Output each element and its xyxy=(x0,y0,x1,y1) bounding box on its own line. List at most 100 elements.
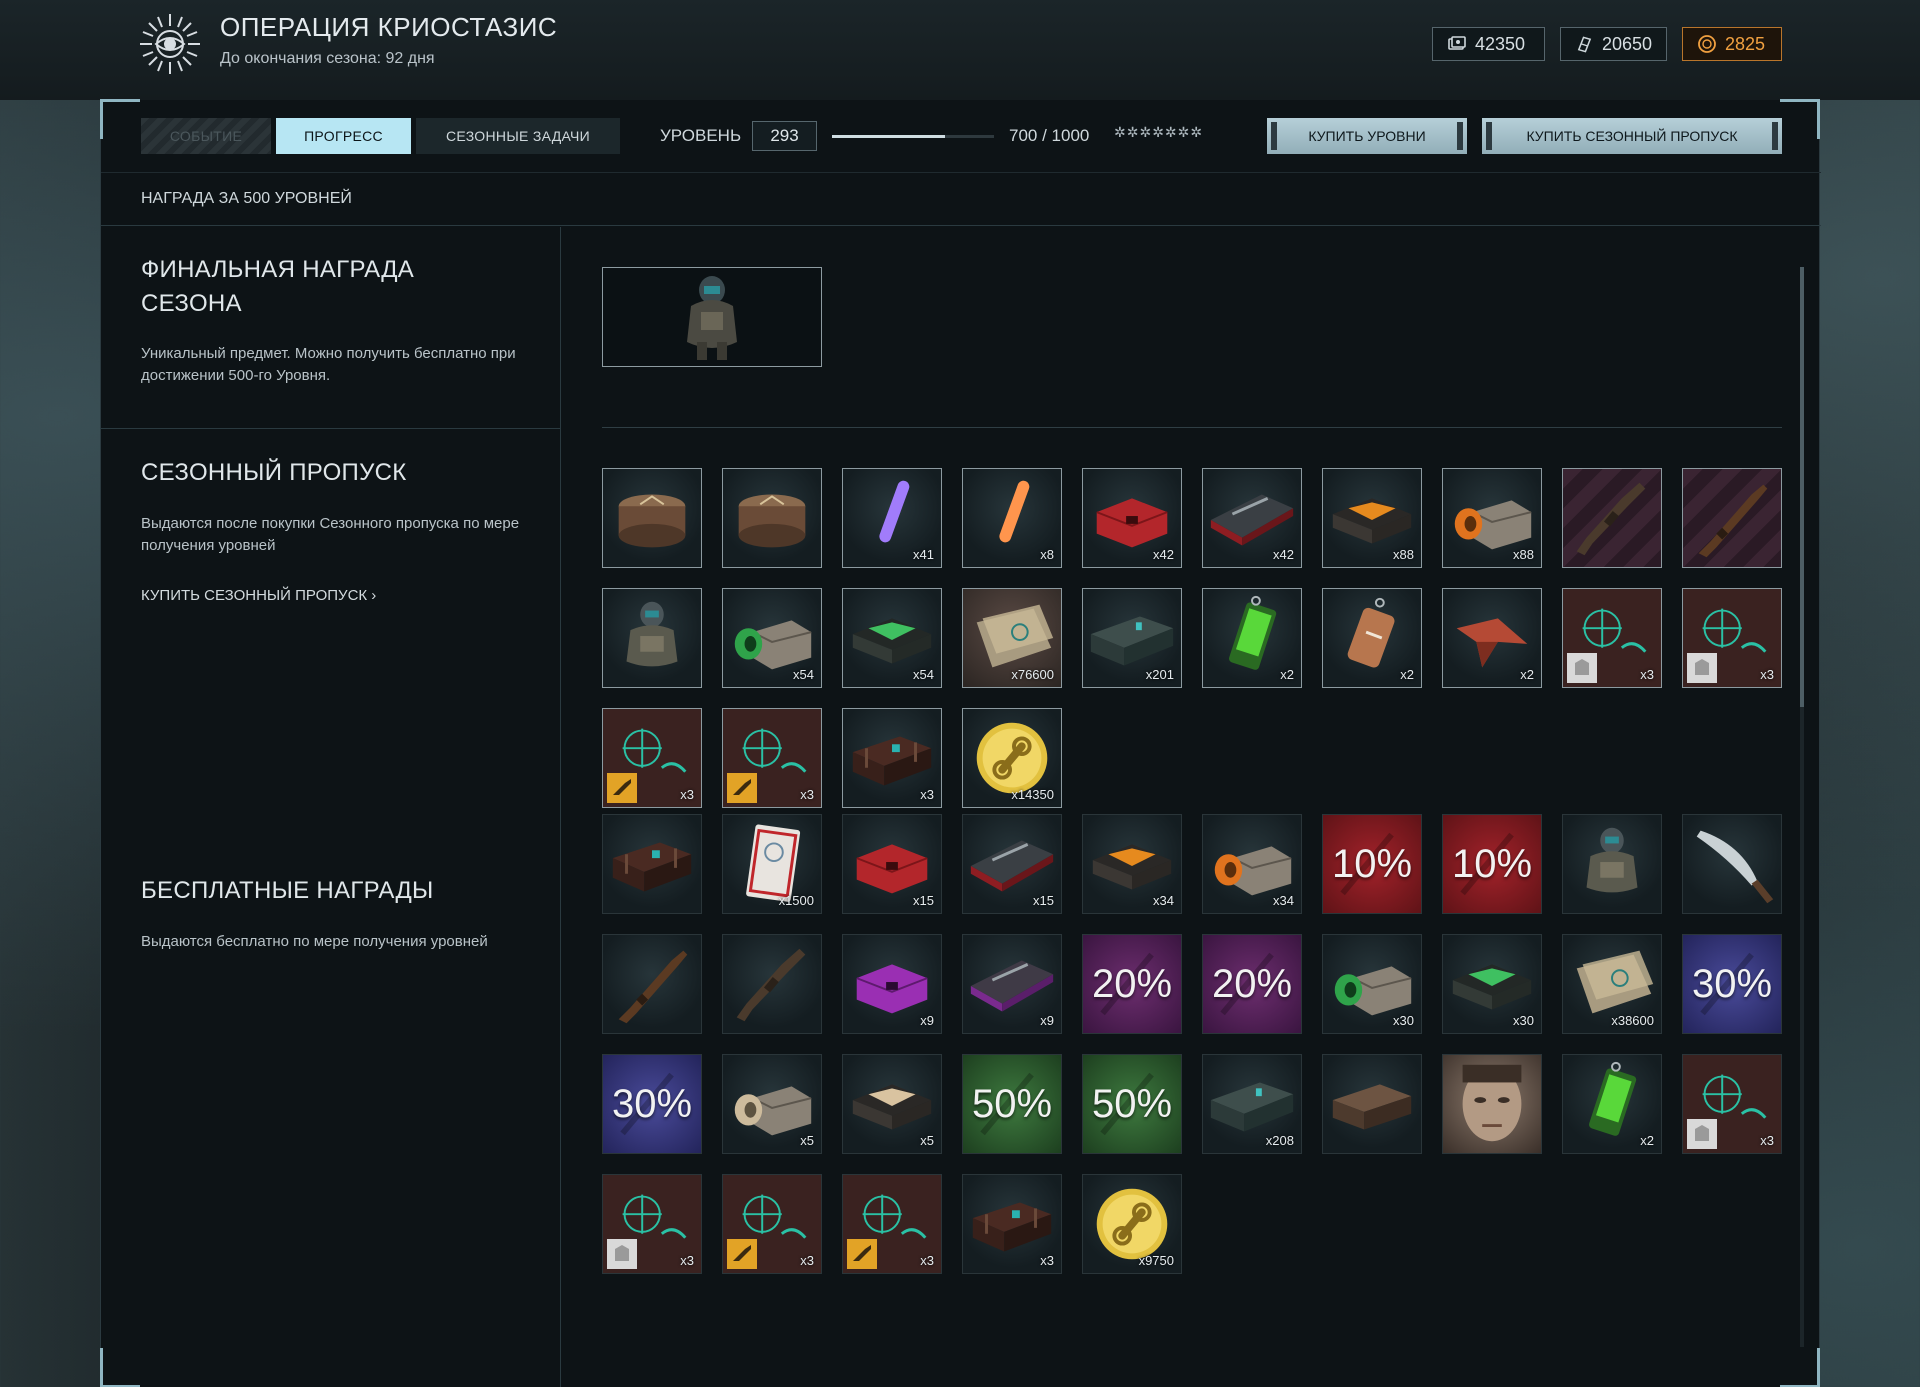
reward-count: x88 xyxy=(1513,547,1534,562)
free-reward-slot[interactable] xyxy=(602,814,702,914)
season-pass-reward-slot[interactable] xyxy=(1682,468,1782,568)
reward-count: x3 xyxy=(1040,1253,1054,1268)
season-pass-reward-slot[interactable]: x42 xyxy=(1202,468,1302,568)
free-reward-slot[interactable]: x208 xyxy=(1202,1054,1302,1154)
reward-count: x3 xyxy=(1760,667,1774,682)
season-pass-reward-slot[interactable]: x3 xyxy=(602,708,702,808)
season-pass-reward-slot[interactable]: x3 xyxy=(1562,588,1662,688)
season-pass-title: СЕЗОННЫЙ ПРОПУСК xyxy=(141,459,407,486)
free-reward-slot[interactable]: x5 xyxy=(722,1054,822,1154)
reward-count: x9 xyxy=(1040,1013,1054,1028)
season-pass-reward-slot[interactable]: x76600 xyxy=(962,588,1062,688)
free-reward-slot[interactable] xyxy=(1562,814,1662,914)
free-reward-slot[interactable]: x30 xyxy=(1322,934,1422,1034)
discount-percent: 20% xyxy=(1211,961,1293,1006)
free-reward-slot[interactable]: 30% xyxy=(1682,934,1782,1034)
crate-round-icon xyxy=(738,494,806,548)
season-pass-reward-slot[interactable]: x2 xyxy=(1202,588,1302,688)
season-pass-reward-slot[interactable]: x8 xyxy=(962,468,1062,568)
reward-count: x2 xyxy=(1520,667,1534,682)
tab-event[interactable]: СОБЫТИЕ xyxy=(141,118,271,154)
section-divider xyxy=(101,428,561,429)
crowns-balance[interactable]: 42350 xyxy=(1432,27,1545,61)
season-pass-reward-slot[interactable]: x42 xyxy=(1082,468,1182,568)
reward-count: x34 xyxy=(1153,893,1174,908)
tier-stars: ✲✲✲✲✲✲✲ xyxy=(1114,124,1204,140)
free-reward-slot[interactable] xyxy=(1322,1054,1422,1154)
season-pass-reward-slot[interactable] xyxy=(602,468,702,568)
free-reward-slot[interactable]: 50% xyxy=(962,1054,1062,1154)
final-reward-slot[interactable] xyxy=(602,267,822,367)
free-reward-slot[interactable]: x9 xyxy=(842,934,942,1034)
free-reward-slot[interactable]: 10% xyxy=(1322,814,1422,914)
season-pass-reward-slot[interactable]: x2 xyxy=(1442,588,1542,688)
free-reward-slot[interactable]: 20% xyxy=(1202,934,1302,1034)
season-pass-reward-slot[interactable]: x54 xyxy=(722,588,822,688)
reward-count: x30 xyxy=(1393,1013,1414,1028)
tab-season-tasks[interactable]: СЕЗОННЫЕ ЗАДАЧИ xyxy=(416,118,620,154)
free-reward-slot[interactable] xyxy=(1682,814,1782,914)
free-reward-slot[interactable]: x3 xyxy=(602,1174,702,1274)
free-reward-slot[interactable] xyxy=(602,934,702,1034)
free-reward-slot[interactable]: x3 xyxy=(962,1174,1062,1274)
final-reward-title: ФИНАЛЬНАЯ НАГРАДА СЕЗОНА xyxy=(141,253,414,321)
season-pass-desc: Выдаются после покупки Сезонного пропуск… xyxy=(141,515,520,554)
free-reward-slot[interactable]: x3 xyxy=(1682,1054,1782,1154)
season-pass-reward-slot[interactable]: x41 xyxy=(842,468,942,568)
free-reward-slot[interactable] xyxy=(1442,1054,1542,1154)
armor-tag-icon xyxy=(1567,653,1597,683)
reward-count: x38600 xyxy=(1611,1013,1654,1028)
free-reward-slot[interactable]: 20% xyxy=(1082,934,1182,1034)
scrollbar[interactable] xyxy=(1800,267,1804,1347)
reward-count: x1500 xyxy=(778,893,814,908)
reward-header: НАГРАДА ЗА 500 УРОВНЕЙ xyxy=(101,174,1821,226)
scrollbar-thumb[interactable] xyxy=(1800,267,1804,707)
warbucks-balance[interactable]: 20650 xyxy=(1560,27,1667,61)
reward-count: x34 xyxy=(1273,893,1294,908)
weapon-tag-icon xyxy=(607,773,637,803)
xp-progress-bar xyxy=(832,135,994,138)
weapon-tag-icon xyxy=(727,773,757,803)
season-pass-reward-slot[interactable]: x3 xyxy=(842,708,942,808)
free-reward-slot[interactable]: x15 xyxy=(842,814,942,914)
free-reward-slot[interactable]: x2 xyxy=(1562,1054,1662,1154)
free-reward-slot[interactable]: x9750 xyxy=(1082,1174,1182,1274)
season-pass-reward-grid: x41 x8 x42 x42 x88 x88 x54 x54 x76600 x201 x2 x2 x2 x… xyxy=(602,468,1782,808)
crowns-icon xyxy=(1448,36,1466,50)
free-reward-slot[interactable]: x34 xyxy=(1082,814,1182,914)
free-reward-slot[interactable]: x3 xyxy=(842,1174,942,1274)
season-pass-reward-slot[interactable]: x2 xyxy=(1322,588,1422,688)
free-reward-slot[interactable]: x1500 xyxy=(722,814,822,914)
tab-progress[interactable]: ПРОГРЕСС xyxy=(276,118,411,154)
free-reward-slot[interactable]: x9 xyxy=(962,934,1062,1034)
season-pass-reward-slot[interactable]: x88 xyxy=(1442,468,1542,568)
buy-levels-button[interactable]: КУПИТЬ УРОВНИ xyxy=(1267,118,1467,154)
free-reward-slot[interactable]: x3 xyxy=(722,1174,822,1274)
free-reward-slot[interactable]: x15 xyxy=(962,814,1062,914)
discount-percent: 50% xyxy=(1091,1081,1173,1126)
free-reward-slot[interactable]: 50% xyxy=(1082,1054,1182,1154)
free-reward-slot[interactable]: x5 xyxy=(842,1054,942,1154)
buy-season-pass-button[interactable]: КУПИТЬ СЕЗОННЫЙ ПРОПУСК xyxy=(1482,118,1782,154)
free-reward-slot[interactable] xyxy=(722,934,822,1034)
free-reward-slot[interactable]: x30 xyxy=(1442,934,1542,1034)
season-pass-reward-slot[interactable]: x3 xyxy=(1682,588,1782,688)
season-pass-reward-slot[interactable]: x201 xyxy=(1082,588,1182,688)
free-reward-slot[interactable]: 10% xyxy=(1442,814,1542,914)
free-reward-slot[interactable]: 30% xyxy=(602,1054,702,1154)
rifle-icon xyxy=(1576,482,1646,556)
season-pass-reward-slot[interactable]: x14350 xyxy=(962,708,1062,808)
crowns-value: 42350 xyxy=(1475,33,1526,54)
season-pass-reward-slot[interactable] xyxy=(722,468,822,568)
season-pass-reward-slot[interactable] xyxy=(602,588,702,688)
free-reward-slot[interactable]: x34 xyxy=(1202,814,1302,914)
reward-header-label: НАГРАДА ЗА 500 УРОВНЕЙ xyxy=(141,190,352,207)
season-pass-reward-slot[interactable]: x88 xyxy=(1322,468,1422,568)
season-pass-reward-slot[interactable]: x3 xyxy=(722,708,822,808)
season-pass-reward-slot[interactable]: x54 xyxy=(842,588,942,688)
season-pass-reward-slot[interactable] xyxy=(1562,468,1662,568)
buy-season-pass-link[interactable]: КУПИТЬ СЕЗОННЫЙ ПРОПУСК › xyxy=(141,587,376,604)
crate-round-icon xyxy=(618,494,686,548)
gold-balance[interactable]: 2825 xyxy=(1682,27,1782,61)
free-reward-slot[interactable]: x38600 xyxy=(1562,934,1662,1034)
